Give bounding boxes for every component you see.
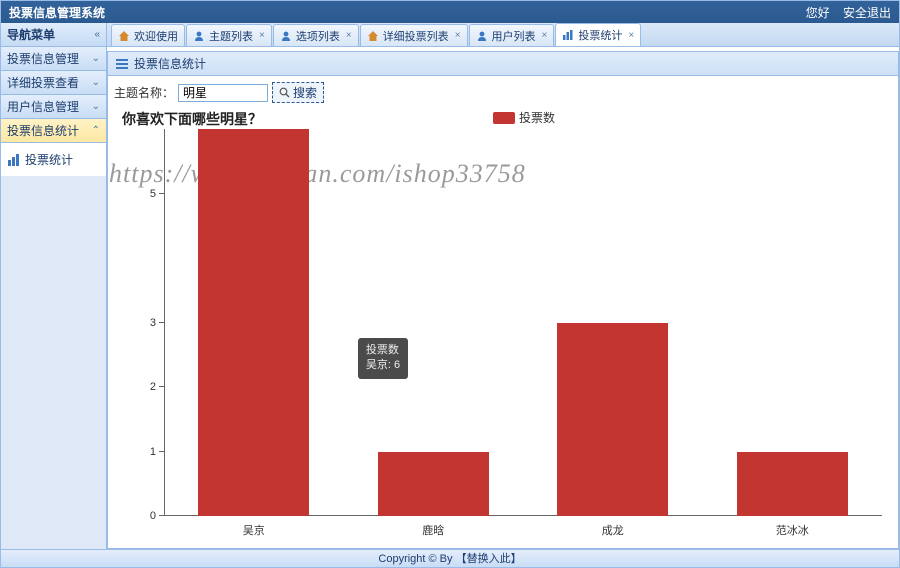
legend[interactable]: 投票数: [493, 109, 555, 126]
tab-0[interactable]: 欢迎使用: [111, 24, 185, 46]
search-input[interactable]: [178, 84, 268, 102]
panel-title-bar: 投票信息统计: [107, 51, 899, 76]
tab-2[interactable]: 选项列表 ×: [273, 24, 359, 46]
close-icon[interactable]: ×: [346, 30, 352, 41]
x-category: 成龙: [602, 522, 624, 538]
chart-icon: [562, 29, 574, 41]
tab-label: 欢迎使用: [134, 28, 178, 44]
tooltip: 投票数吴京: 6: [358, 338, 408, 379]
tab-label: 用户列表: [492, 28, 536, 44]
chart: 你喜欢下面哪些明星？ 投票数 https://www.huzhan.com/is…: [114, 109, 892, 542]
tabstrip: 欢迎使用 主题列表 × 选项列表 × 详细投票列表 × 用户列表 × 投票统计 ×: [107, 23, 899, 47]
bar-1[interactable]: [378, 452, 489, 516]
tab-label: 主题列表: [209, 28, 253, 44]
user-icon: [476, 30, 488, 42]
tab-label: 详细投票列表: [383, 28, 449, 44]
tab-5[interactable]: 投票统计 ×: [555, 23, 641, 46]
x-category: 鹿晗: [422, 522, 444, 538]
logout-link[interactable]: 安全退出: [843, 6, 891, 20]
searchbar: 主题名称： 搜索: [114, 82, 892, 109]
watermark: https://www.huzhan.com/ishop33758: [109, 159, 526, 189]
footer: Copyright © By 【替换入此】: [1, 549, 899, 567]
sidebar-leaf-vote-stats[interactable]: 投票统计: [7, 149, 100, 170]
y-tick-mark: [159, 322, 164, 323]
sidebar-item-detail-view[interactable]: 详细投票查看 ⌄: [1, 71, 106, 95]
close-icon[interactable]: ×: [259, 30, 265, 41]
chart-icon: [7, 153, 21, 167]
bar-0[interactable]: [198, 129, 309, 516]
tab-1[interactable]: 主题列表 ×: [186, 24, 272, 46]
tab-label: 选项列表: [296, 28, 340, 44]
search-label: 主题名称：: [114, 84, 174, 101]
sidebar: 导航菜单 « 投票信息管理 ⌄ 详细投票查看 ⌄ 用户信息管理 ⌄ 投票信息统计…: [1, 23, 107, 549]
bar-2[interactable]: [557, 323, 668, 517]
legend-swatch: [493, 112, 515, 124]
y-tick-mark: [159, 193, 164, 194]
x-category: 吴京: [243, 522, 265, 538]
sidebar-item-vote-stats[interactable]: 投票信息统计 ⌃: [1, 119, 106, 143]
y-axis: [164, 129, 165, 516]
close-icon[interactable]: ×: [542, 30, 548, 41]
tab-4[interactable]: 用户列表 ×: [469, 24, 555, 46]
hello-link[interactable]: 您好: [806, 6, 830, 20]
user-icon: [193, 30, 205, 42]
home-icon: [367, 30, 379, 42]
topbar: 投票信息管理系统 您好 安全退出: [1, 1, 899, 23]
sidebar-leaf-label: 投票统计: [25, 151, 73, 168]
panel-title: 投票信息统计: [134, 55, 206, 72]
home-icon: [118, 30, 130, 42]
close-icon[interactable]: ×: [455, 30, 461, 41]
chevron-down-icon: ⌄: [92, 53, 100, 64]
x-category: 范冰冰: [776, 522, 809, 538]
y-tick: 5: [144, 188, 156, 200]
sidebar-item-user-manage[interactable]: 用户信息管理 ⌄: [1, 95, 106, 119]
tab-label: 投票统计: [578, 27, 622, 43]
app-title: 投票信息管理系统: [9, 4, 796, 21]
search-button[interactable]: 搜索: [272, 82, 324, 103]
list-icon: [116, 58, 128, 70]
sidebar-header: 导航菜单 «: [1, 23, 106, 47]
y-tick: 3: [144, 317, 156, 329]
user-icon: [280, 30, 292, 42]
chevron-up-icon: ⌃: [92, 125, 100, 136]
y-tick: 0: [144, 510, 156, 522]
y-tick-mark: [159, 386, 164, 387]
tab-3[interactable]: 详细投票列表 ×: [360, 24, 468, 46]
chevron-down-icon: ⌄: [92, 77, 100, 88]
magnifier-icon: [279, 87, 290, 98]
y-tick: 1: [144, 446, 156, 458]
sidebar-header-label: 导航菜单: [7, 26, 94, 43]
y-tick-mark: [159, 451, 164, 452]
bar-3[interactable]: [737, 452, 848, 516]
legend-label: 投票数: [519, 109, 555, 126]
y-tick: 2: [144, 381, 156, 393]
chart-title: 你喜欢下面哪些明星？: [122, 109, 262, 129]
collapse-icon[interactable]: «: [94, 29, 100, 40]
plot-area: https://www.huzhan.com/ishop33758 01235吴…: [164, 129, 882, 516]
close-icon[interactable]: ×: [628, 30, 634, 41]
y-tick-mark: [159, 515, 164, 516]
sidebar-item-vote-manage[interactable]: 投票信息管理 ⌄: [1, 47, 106, 71]
chevron-down-icon: ⌄: [92, 101, 100, 112]
